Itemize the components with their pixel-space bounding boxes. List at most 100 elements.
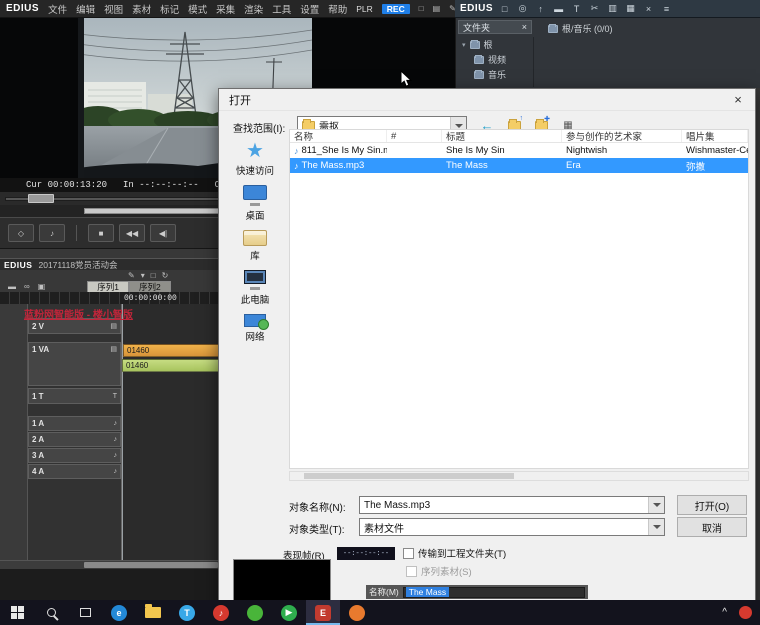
tab-sequence-2[interactable]: 序列2 <box>129 281 171 292</box>
export-icon[interactable]: ↑ <box>534 4 547 14</box>
rec-button[interactable]: REC <box>382 4 410 14</box>
sidebar-item-this-pc[interactable]: 此电脑 <box>223 270 287 306</box>
poster-frame-timecode[interactable]: --:--:--:-- <box>337 547 395 560</box>
cut-icon[interactable]: ✂ <box>588 3 601 14</box>
feather-icon[interactable]: □ <box>419 4 424 13</box>
tool-icon[interactable]: ✎ <box>128 271 135 280</box>
slider-handle[interactable] <box>28 194 54 203</box>
ripple-icon[interactable]: ▬ <box>8 282 16 291</box>
audio-track-icon[interactable]: ♪ <box>114 436 118 443</box>
audio-track-icon[interactable]: ♪ <box>114 468 118 475</box>
mode-icon[interactable]: □ <box>151 271 156 280</box>
menu-item-help[interactable]: 帮助 <box>328 2 347 16</box>
column-header-title[interactable]: 标题 <box>442 130 562 142</box>
track-header-4a[interactable]: 4 A ♪ <box>28 464 121 479</box>
clapper-icon[interactable]: ▬ <box>552 4 565 14</box>
tab-sequence-1[interactable]: 序列1 <box>87 281 129 292</box>
track-header-1t[interactable]: 1 T T <box>28 388 121 404</box>
menu-item-capture[interactable]: 采集 <box>216 2 235 16</box>
taskbar-app-emulator[interactable]: ▶ <box>272 600 306 625</box>
audio-track-icon[interactable]: ♪ <box>114 452 118 459</box>
cancel-button[interactable]: 取消 <box>677 517 747 537</box>
menu-item-tools[interactable]: 工具 <box>272 2 291 16</box>
taskbar-app-firefox[interactable] <box>340 600 374 625</box>
list-menu-icon[interactable]: ≡ <box>660 4 673 14</box>
dropdown-icon[interactable]: ▾ <box>141 271 145 280</box>
expand-icon[interactable]: ▾ <box>462 41 466 49</box>
sidebar-item-libraries[interactable]: 库 <box>223 230 287 262</box>
track-header-1va[interactable]: 1 VA ▤ <box>28 342 121 386</box>
column-header-number[interactable]: # <box>387 130 442 142</box>
menu-item-clip[interactable]: 素材 <box>132 2 151 16</box>
window-icon[interactable]: □ <box>498 4 511 14</box>
search-icon[interactable]: ◎ <box>516 3 529 14</box>
track-header-2a[interactable]: 2 A ♪ <box>28 432 121 447</box>
menu-item-settings[interactable]: 设置 <box>300 2 319 16</box>
start-button[interactable] <box>0 600 34 625</box>
taskbar-app-wechat[interactable] <box>238 600 272 625</box>
sidebar-item-desktop[interactable]: 桌面 <box>223 185 287 222</box>
folder-tab-close-icon[interactable]: × <box>522 22 527 32</box>
rewind-button[interactable]: ◀◀ <box>119 224 145 242</box>
chevron-down-icon[interactable] <box>648 519 664 535</box>
tree-item-root[interactable]: ▾ 根 <box>460 37 533 52</box>
chevron-down-icon[interactable] <box>648 497 664 513</box>
taskbar-app-edius-active[interactable]: E <box>306 600 340 625</box>
sync-icon[interactable]: ∞ <box>24 282 30 291</box>
refresh-icon[interactable]: ↻ <box>162 271 169 280</box>
dialog-titlebar[interactable]: 打开 × <box>219 89 755 111</box>
menu-item-edit[interactable]: 编辑 <box>76 2 95 16</box>
track-header-1a[interactable]: 1 A ♪ <box>28 416 121 431</box>
transfer-to-project-checkbox[interactable]: 传输到工程文件夹(T) <box>403 546 506 560</box>
tree-item-music[interactable]: 音乐 <box>460 67 533 82</box>
menu-item-view[interactable]: 视图 <box>104 2 123 16</box>
file-row-selected[interactable]: ♪The Mass.mp3 The Mass Era 弥撒 <box>290 158 748 173</box>
stop-button[interactable]: ■ <box>88 224 114 242</box>
menu-item-mode[interactable]: 模式 <box>188 2 207 16</box>
file-name-combobox[interactable]: The Mass.mp3 <box>359 496 665 514</box>
title-track-icon[interactable]: T <box>113 393 117 400</box>
clip-name-field[interactable]: The Mass <box>403 587 585 598</box>
sidebar-item-quick-access[interactable]: ★ 快速访问 <box>223 141 287 177</box>
menu-item-marker[interactable]: 标记 <box>160 2 179 16</box>
folder-tab[interactable]: 文件夹 × <box>458 20 532 34</box>
video-track-icon[interactable]: ▤ <box>110 345 117 353</box>
taskbar-app-tim[interactable]: T <box>170 600 204 625</box>
tray-antivirus-icon[interactable] <box>739 606 752 619</box>
previous-frame-button[interactable]: ◀| <box>150 224 176 242</box>
sidebar-item-network[interactable]: 网络 <box>223 314 287 343</box>
file-list-scrollbar[interactable] <box>289 471 749 481</box>
delete-icon[interactable]: × <box>642 4 655 14</box>
taskbar-search-button[interactable] <box>34 600 68 625</box>
column-header-album[interactable]: 唱片集 <box>682 130 748 142</box>
snap-icon[interactable]: ▣ <box>38 282 46 291</box>
tray-expand-icon[interactable]: ^ <box>722 607 727 618</box>
scrollbar-thumb[interactable] <box>304 473 514 479</box>
audio-track-icon[interactable]: ♪ <box>114 420 118 427</box>
task-view-button[interactable] <box>68 600 102 625</box>
taskbar-app-edge[interactable]: e <box>102 600 136 625</box>
file-row[interactable]: ♪811_She Is My Sin.mp3 She Is My Sin Nig… <box>290 143 748 158</box>
jog-icon[interactable]: ◇ <box>8 224 34 242</box>
menu-item-file[interactable]: 文件 <box>48 2 67 16</box>
taskbar-app-explorer[interactable] <box>136 600 170 625</box>
menu-item-render[interactable]: 渲染 <box>244 2 263 16</box>
video-track-icon[interactable]: ▤ <box>110 322 117 330</box>
column-header-artist[interactable]: 参与创作的艺术家 <box>562 130 682 142</box>
track-header-3a[interactable]: 3 A ♪ <box>28 448 121 463</box>
playhead[interactable] <box>122 304 123 560</box>
audio-monitor-icon[interactable]: ♪ <box>39 224 65 242</box>
checkbox-icon[interactable] <box>403 548 414 559</box>
copy-icon[interactable]: ▥ <box>606 3 619 14</box>
tree-item-video[interactable]: 视频 <box>460 52 533 67</box>
audio-clip[interactable]: 01460 <box>122 359 230 372</box>
open-button[interactable]: 打开(O) <box>677 495 747 515</box>
file-type-combobox[interactable]: 素材文件 <box>359 518 665 536</box>
column-header-name[interactable]: 名称 <box>290 130 387 142</box>
dialog-close-button[interactable]: × <box>721 89 755 111</box>
title-icon[interactable]: T <box>570 4 583 14</box>
taskbar-app-music[interactable]: ♪ <box>204 600 238 625</box>
grid-view-icon[interactable]: ▦ <box>624 3 637 14</box>
layout-icon[interactable]: ▤ <box>433 4 441 13</box>
scrollbar-thumb[interactable] <box>84 562 218 568</box>
